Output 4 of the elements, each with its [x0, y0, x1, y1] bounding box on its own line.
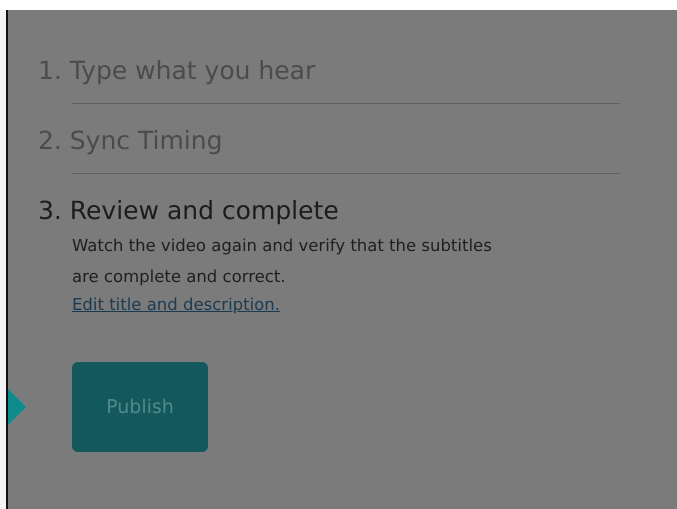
- step-title: 3. Review and complete: [38, 195, 340, 227]
- step-description: Watch the video again and verify that the subtitles are complete and correct.: [72, 235, 492, 288]
- edit-link[interactable]: Edit title and description.: [72, 292, 280, 318]
- pointer-icon: [8, 389, 26, 425]
